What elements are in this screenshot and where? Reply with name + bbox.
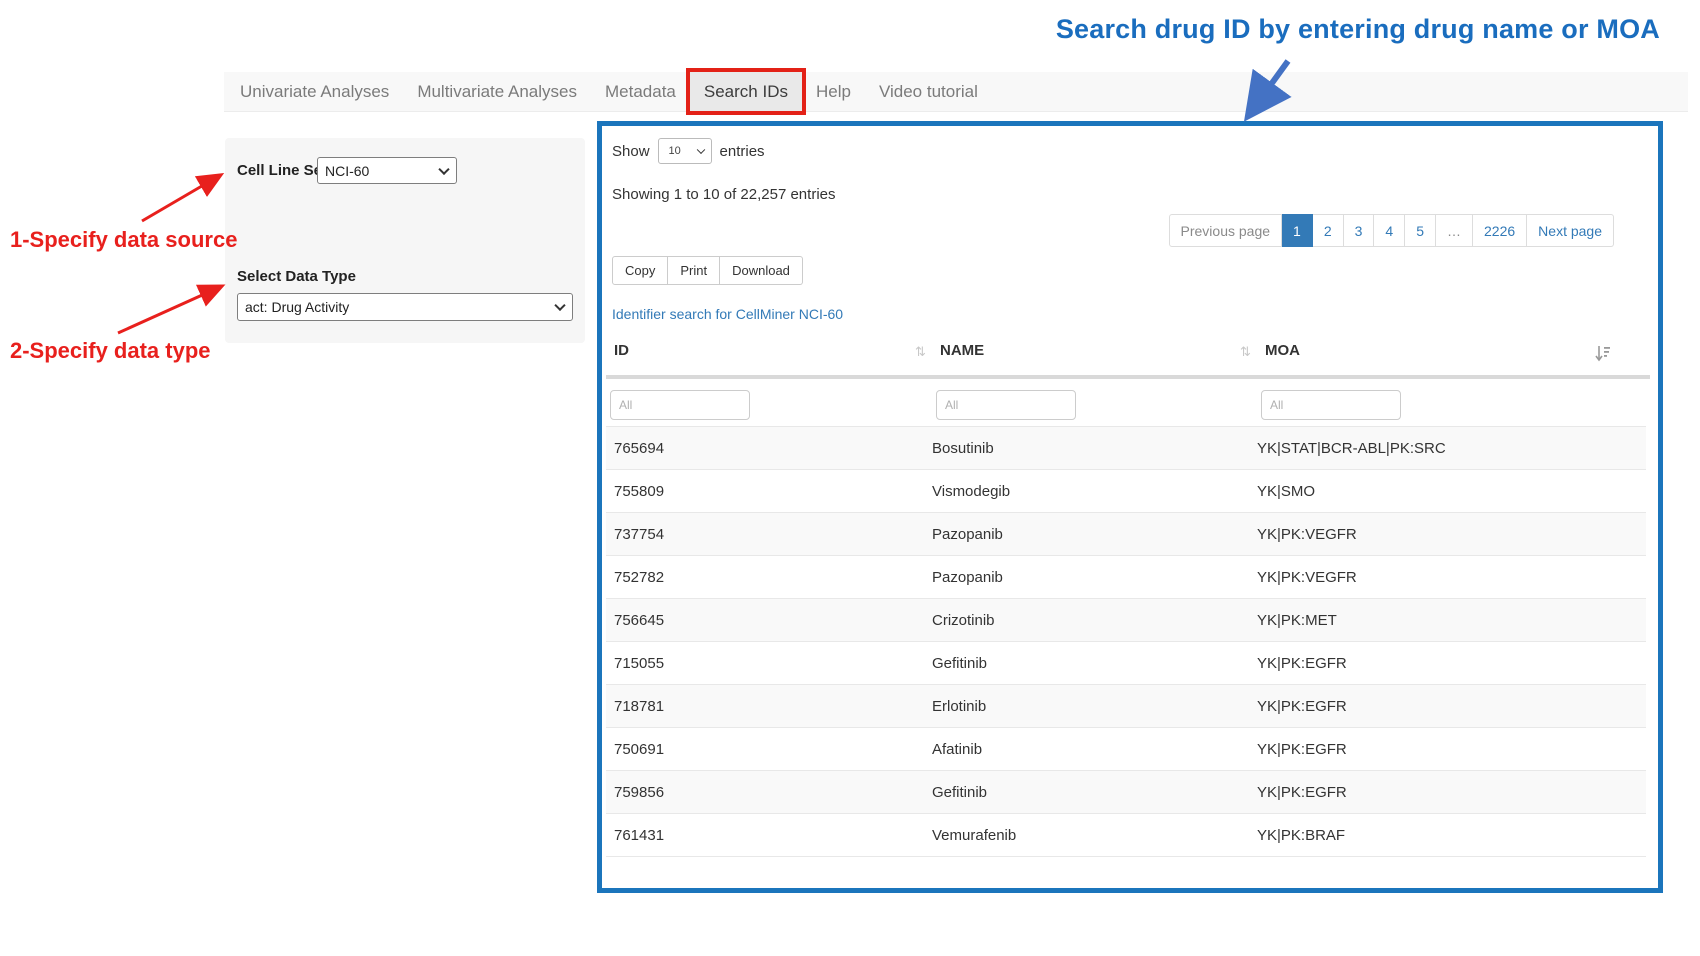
table-row[interactable]: 718781 Erlotinib YK|PK:EGFR <box>606 685 1646 728</box>
cell-name: Pazopanib <box>932 526 1257 543</box>
sort-icon[interactable]: ⇅ <box>915 344 926 360</box>
cell-id: 718781 <box>606 698 932 715</box>
export-button-group: Copy Print Download <box>612 256 803 285</box>
entries-count-value: 10 <box>669 145 681 157</box>
data-source-panel: Cell Line Set NCI-60 Select Data Type ac… <box>225 138 585 343</box>
page-button-1[interactable]: 1 <box>1282 214 1313 247</box>
tab-video-tutorial[interactable]: Video tutorial <box>865 72 992 111</box>
annotation-title: Search drug ID by entering drug name or … <box>960 14 1660 45</box>
cell-name: Crizotinib <box>932 612 1257 629</box>
moa-filter-input[interactable] <box>1261 390 1401 420</box>
table-row[interactable]: 750691 Afatinib YK|PK:EGFR <box>606 728 1646 771</box>
page-button-5[interactable]: 5 <box>1405 214 1436 247</box>
cell-name: Vismodegib <box>932 483 1257 500</box>
cell-id: 756645 <box>606 612 932 629</box>
top-nav-bar: Univariate Analyses Multivariate Analyse… <box>224 72 1688 112</box>
download-button[interactable]: Download <box>720 256 803 285</box>
page-button-4[interactable]: 4 <box>1374 214 1405 247</box>
cell-id: 761431 <box>606 827 932 844</box>
data-type-value: act: Drug Activity <box>245 299 349 315</box>
pagination: Previous page 1 2 3 4 5 … 2226 Next page <box>1169 214 1614 247</box>
red-arrow-step1 <box>142 176 219 221</box>
select-data-type-label: Select Data Type <box>237 268 356 285</box>
entries-label: entries <box>720 143 765 160</box>
tab-multivariate-analyses[interactable]: Multivariate Analyses <box>403 72 591 111</box>
cell-moa: YK|STAT|BCR-ABL|PK:SRC <box>1257 440 1646 457</box>
search-results-panel: Show 10 entries Showing 1 to 10 of 22,25… <box>597 121 1663 893</box>
table-row[interactable]: 756645 Crizotinib YK|PK:MET <box>606 599 1646 642</box>
cell-moa: YK|PK:EGFR <box>1257 784 1646 801</box>
page-button-2[interactable]: 2 <box>1313 214 1344 247</box>
tab-help[interactable]: Help <box>802 72 865 111</box>
tab-search-ids[interactable]: Search IDs <box>690 72 802 111</box>
cell-moa: YK|PK:EGFR <box>1257 655 1646 672</box>
results-table-body: 765694 Bosutinib YK|STAT|BCR-ABL|PK:SRC … <box>606 426 1646 857</box>
cell-id: 715055 <box>606 655 932 672</box>
cell-id: 752782 <box>606 569 932 586</box>
sort-icon[interactable]: ⇅ <box>1240 344 1251 360</box>
cell-line-set-label: Cell Line Set <box>237 162 327 179</box>
copy-button[interactable]: Copy <box>612 256 668 285</box>
previous-page-button[interactable]: Previous page <box>1169 214 1283 247</box>
cell-moa: YK|PK:MET <box>1257 612 1646 629</box>
identifier-search-link[interactable]: Identifier search for CellMiner NCI-60 <box>612 306 843 322</box>
show-entries-control: Show 10 entries <box>612 138 765 164</box>
print-button[interactable]: Print <box>668 256 720 285</box>
cell-moa: YK|SMO <box>1257 483 1646 500</box>
id-filter-input[interactable] <box>610 390 750 420</box>
cell-moa: YK|PK:VEGFR <box>1257 526 1646 543</box>
cell-name: Gefitinib <box>932 655 1257 672</box>
entries-count-select[interactable]: 10 <box>658 138 712 164</box>
tab-metadata[interactable]: Metadata <box>591 72 690 111</box>
column-header-id[interactable]: ID <box>614 342 629 359</box>
cell-moa: YK|PK:VEGFR <box>1257 569 1646 586</box>
table-row[interactable]: 715055 Gefitinib YK|PK:EGFR <box>606 642 1646 685</box>
page-button-2226[interactable]: 2226 <box>1473 214 1527 247</box>
cell-line-set-select[interactable]: NCI-60 <box>317 157 457 184</box>
cell-moa: YK|PK:BRAF <box>1257 827 1646 844</box>
cell-name: Afatinib <box>932 741 1257 758</box>
annotation-step1: 1-Specify data source <box>10 227 237 253</box>
red-arrow-step2 <box>118 287 220 333</box>
cell-id: 765694 <box>606 440 932 457</box>
page-ellipsis: … <box>1436 214 1473 247</box>
name-filter-input[interactable] <box>936 390 1076 420</box>
table-row[interactable]: 759856 Gefitinib YK|PK:EGFR <box>606 771 1646 814</box>
page-button-3[interactable]: 3 <box>1344 214 1375 247</box>
cell-name: Gefitinib <box>932 784 1257 801</box>
chevron-down-icon <box>554 300 565 311</box>
header-divider <box>606 375 1650 379</box>
chevron-down-icon <box>696 146 704 154</box>
tab-univariate-analyses[interactable]: Univariate Analyses <box>226 72 403 111</box>
cell-id: 750691 <box>606 741 932 758</box>
table-row[interactable]: 737754 Pazopanib YK|PK:VEGFR <box>606 513 1646 556</box>
cell-id: 737754 <box>606 526 932 543</box>
cell-name: Bosutinib <box>932 440 1257 457</box>
table-row[interactable]: 755809 Vismodegib YK|SMO <box>606 470 1646 513</box>
column-header-name[interactable]: NAME <box>940 342 984 359</box>
cell-moa: YK|PK:EGFR <box>1257 698 1646 715</box>
cell-id: 755809 <box>606 483 932 500</box>
cell-line-set-value: NCI-60 <box>325 163 369 179</box>
data-type-select[interactable]: act: Drug Activity <box>237 293 573 321</box>
sort-amount-icon[interactable] <box>1595 345 1611 368</box>
cell-name: Pazopanib <box>932 569 1257 586</box>
next-page-button[interactable]: Next page <box>1527 214 1614 247</box>
chevron-down-icon <box>438 163 449 174</box>
cell-name: Vemurafenib <box>932 827 1257 844</box>
table-row[interactable]: 752782 Pazopanib YK|PK:VEGFR <box>606 556 1646 599</box>
cell-moa: YK|PK:EGFR <box>1257 741 1646 758</box>
showing-entries-status: Showing 1 to 10 of 22,257 entries <box>612 186 836 203</box>
column-header-moa[interactable]: MOA <box>1265 342 1300 359</box>
show-label: Show <box>612 143 650 160</box>
cell-name: Erlotinib <box>932 698 1257 715</box>
table-row[interactable]: 761431 Vemurafenib YK|PK:BRAF <box>606 814 1646 857</box>
table-row[interactable]: 765694 Bosutinib YK|STAT|BCR-ABL|PK:SRC <box>606 427 1646 470</box>
cell-id: 759856 <box>606 784 932 801</box>
annotation-step2: 2-Specify data type <box>10 338 211 364</box>
